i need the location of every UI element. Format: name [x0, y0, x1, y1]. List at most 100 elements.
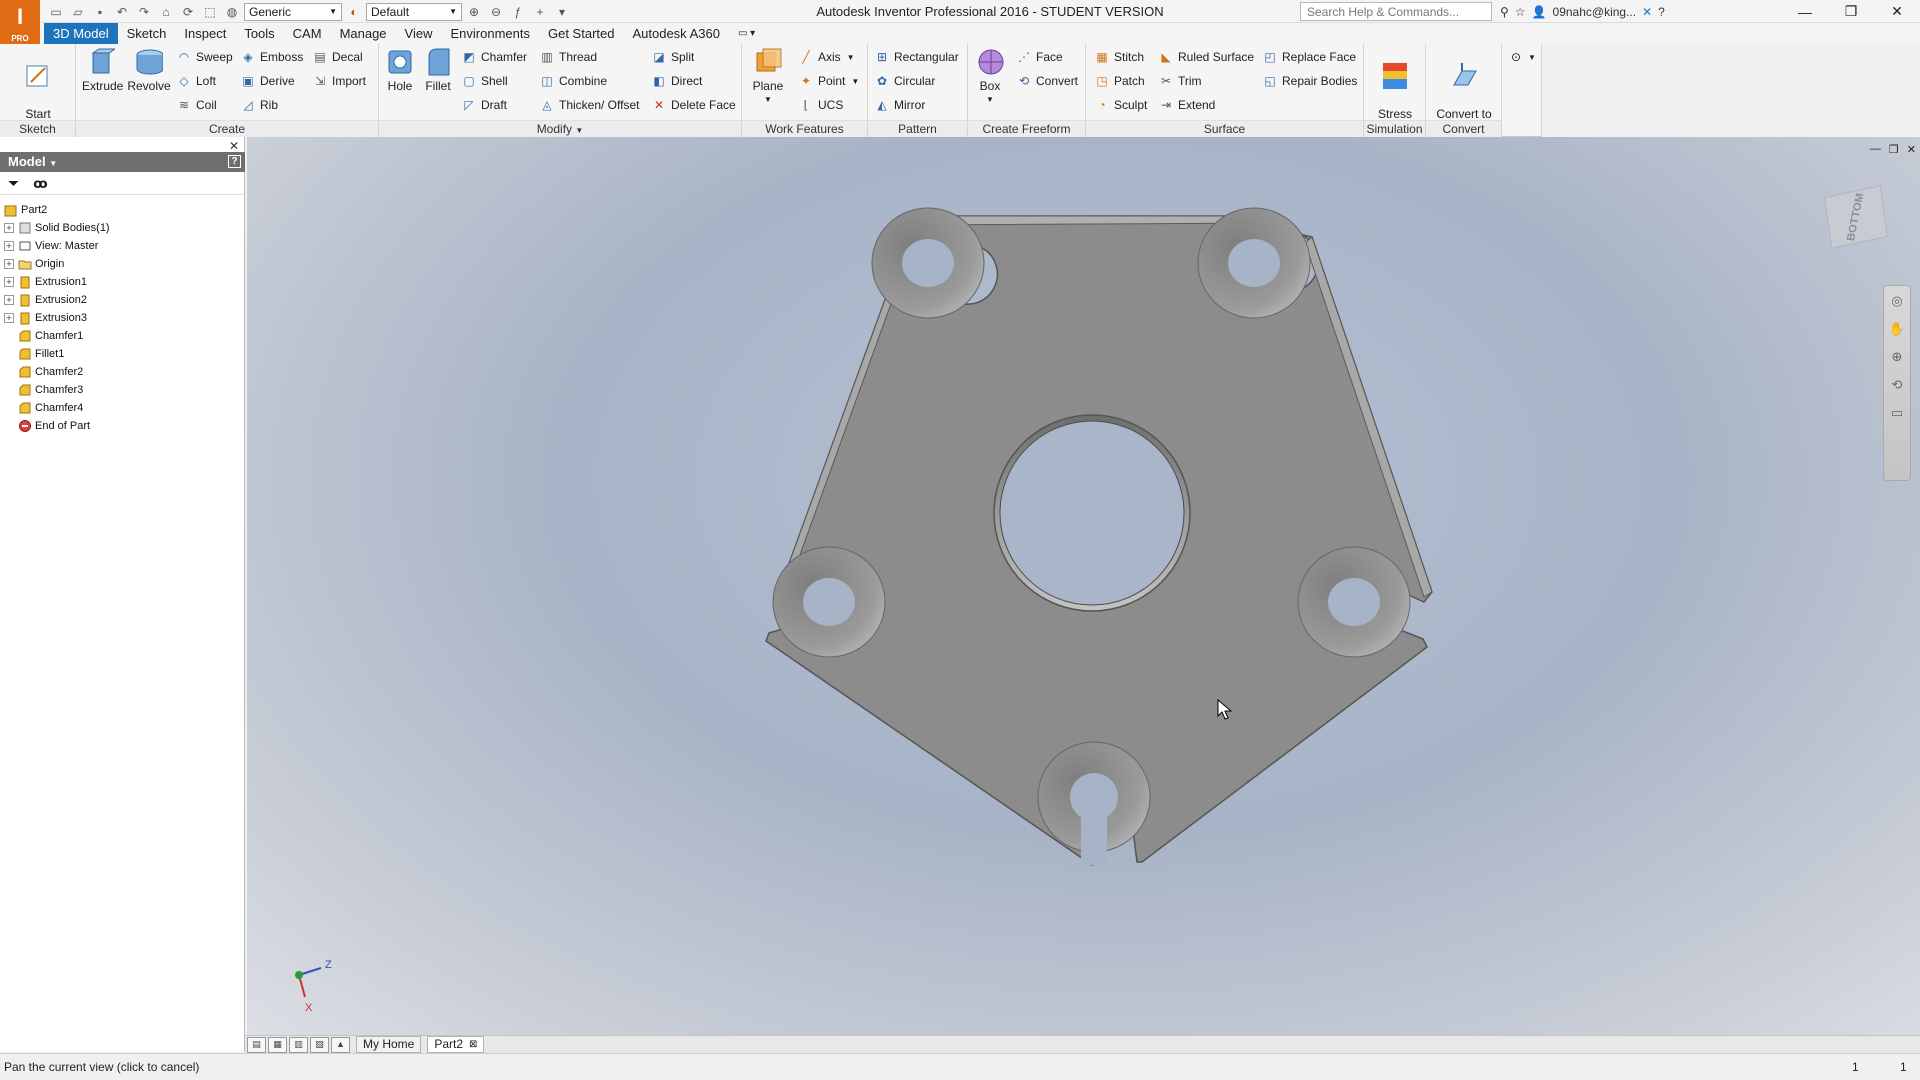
- minimize-icon[interactable]: —: [1782, 0, 1828, 23]
- coil-button[interactable]: ≋ Coil: [176, 95, 217, 115]
- tab-environments[interactable]: Environments: [442, 23, 539, 44]
- tab-part2[interactable]: Part2 ⊠: [427, 1036, 485, 1053]
- tab-inspect[interactable]: Inspect: [175, 23, 235, 44]
- customize-qat-icon[interactable]: ▾: [552, 3, 572, 21]
- derive-button[interactable]: ▣ Derive: [240, 71, 294, 91]
- sweep-button[interactable]: ◠ Sweep: [176, 47, 233, 67]
- ribbon-menu-button[interactable]: ⊙ ▼: [1508, 47, 1536, 67]
- thicken-offset-button[interactable]: ◬ Thicken/ Offset: [539, 95, 639, 115]
- user-name[interactable]: 09nahc@king...: [1553, 5, 1637, 19]
- tab-view[interactable]: View: [396, 23, 442, 44]
- minimize-icon[interactable]: —: [1870, 143, 1881, 156]
- tree-item[interactable]: Part2: [4, 201, 242, 219]
- ucs-button[interactable]: ⌊ UCS: [798, 95, 844, 115]
- chamfer-button[interactable]: ◩ Chamfer: [461, 47, 527, 67]
- close-icon[interactable]: ✕: [1907, 143, 1916, 156]
- save-icon[interactable]: ▪: [90, 3, 110, 21]
- expand-icon[interactable]: +: [4, 277, 14, 287]
- mirror-button[interactable]: ◭ Mirror: [874, 95, 925, 115]
- tree-item[interactable]: + Origin: [4, 255, 242, 273]
- tab-tools[interactable]: Tools: [235, 23, 283, 44]
- tab-autodesk-a360[interactable]: Autodesk A360: [623, 23, 728, 44]
- select-icon[interactable]: ⬚: [200, 3, 220, 21]
- tab-my-home[interactable]: My Home: [356, 1036, 422, 1053]
- expand-icon[interactable]: +: [4, 313, 14, 323]
- help-icon[interactable]: ?: [228, 155, 241, 168]
- stitch-button[interactable]: ▦ Stitch: [1094, 47, 1144, 67]
- tile-vertical-icon[interactable]: ▥: [289, 1036, 308, 1053]
- filter-icon[interactable]: ⏷: [8, 175, 19, 192]
- star-icon[interactable]: ☆: [1515, 5, 1526, 19]
- thread-button[interactable]: ▥ Thread: [539, 47, 597, 67]
- close-icon[interactable]: ✕: [1874, 0, 1920, 23]
- hole-button[interactable]: Hole: [383, 47, 417, 93]
- search-input[interactable]: Search Help & Commands...: [1300, 2, 1492, 21]
- face-button[interactable]: ⋰ Face: [1016, 47, 1063, 67]
- import-button[interactable]: ⇲ Import: [312, 71, 366, 91]
- home-icon[interactable]: ⌂: [156, 3, 176, 21]
- point-button[interactable]: ✦ Point ▼: [798, 71, 859, 91]
- update-icon[interactable]: ⟳: [178, 3, 198, 21]
- look-at-icon[interactable]: ▭: [1888, 404, 1906, 422]
- inventor-logo[interactable]: I PRO: [0, 0, 40, 44]
- tab-3d-model[interactable]: 3D Model: [44, 23, 118, 44]
- loft-button[interactable]: ◇ Loft: [176, 71, 216, 91]
- tab-get-started[interactable]: Get Started: [539, 23, 623, 44]
- ribbon-options-icon[interactable]: ▭ ▾: [729, 23, 764, 44]
- tree-item[interactable]: End of Part: [4, 417, 242, 435]
- replace-face-button[interactable]: ◰ Replace Face: [1262, 47, 1356, 67]
- new-file-icon[interactable]: ▭: [46, 3, 66, 21]
- steering-wheel-icon[interactable]: ◎: [1888, 292, 1906, 310]
- clear-override-icon[interactable]: ⊖: [486, 3, 506, 21]
- patch-button[interactable]: ◳ Patch: [1094, 71, 1144, 91]
- chevron-up-icon[interactable]: ▲: [331, 1036, 350, 1053]
- panel-title-modify[interactable]: Modify ▼: [379, 120, 741, 137]
- convert-button[interactable]: ⟲ Convert: [1016, 71, 1078, 91]
- restore-icon[interactable]: ❐: [1889, 143, 1899, 156]
- part-model[interactable]: [247, 137, 1920, 1035]
- tree-item[interactable]: + Extrusion3: [4, 309, 242, 327]
- graphics-viewport[interactable]: BOTTOM — ❐ ✕ ◎ ✋ ⊕ ⟲ ▭ Z X: [247, 137, 1920, 1035]
- tree-item[interactable]: Chamfer1: [4, 327, 242, 345]
- ruled-surface-button[interactable]: ◣ Ruled Surface: [1158, 47, 1254, 67]
- undo-icon[interactable]: ↶: [112, 3, 132, 21]
- shell-button[interactable]: ▢ Shell: [461, 71, 507, 91]
- draft-button[interactable]: ◸ Draft: [461, 95, 507, 115]
- box-button[interactable]: Box ▼: [972, 47, 1008, 107]
- tab-sketch[interactable]: Sketch: [118, 23, 176, 44]
- fx-icon[interactable]: ƒ: [508, 3, 528, 21]
- split-button[interactable]: ◪ Split: [651, 47, 694, 67]
- tree-item[interactable]: Chamfer4: [4, 399, 242, 417]
- pan-icon[interactable]: ✋: [1888, 320, 1906, 338]
- open-folder-icon[interactable]: ▱: [68, 3, 88, 21]
- browser-header[interactable]: Model ▼ ?: [0, 152, 245, 172]
- tab-manage[interactable]: Manage: [331, 23, 396, 44]
- properties-icon[interactable]: ◍: [222, 3, 242, 21]
- binoculars-icon[interactable]: ⚲: [1500, 5, 1509, 19]
- tile-horizontal-icon[interactable]: ▦: [268, 1036, 287, 1053]
- extrude-button[interactable]: Extrude: [82, 47, 123, 93]
- cascade-windows-icon[interactable]: ▤: [247, 1036, 266, 1053]
- emboss-button[interactable]: ◈ Emboss: [240, 47, 303, 67]
- appearance-select[interactable]: Default ▼: [366, 2, 462, 21]
- tree-item[interactable]: Chamfer2: [4, 363, 242, 381]
- tree-item[interactable]: Chamfer3: [4, 381, 242, 399]
- zoom-icon[interactable]: ⊕: [1888, 348, 1906, 366]
- tree-item[interactable]: Fillet1: [4, 345, 242, 363]
- tree-item[interactable]: + Solid Bodies(1): [4, 219, 242, 237]
- decal-button[interactable]: ▤ Decal: [312, 47, 362, 67]
- circular-pattern-button[interactable]: ✿ Circular: [874, 71, 935, 91]
- measure-icon[interactable]: +: [530, 3, 550, 21]
- binoculars-icon[interactable]: ꝏ: [33, 176, 47, 192]
- material-select[interactable]: Generic ▼: [244, 2, 342, 21]
- adjust-icon[interactable]: ⊕: [464, 3, 484, 21]
- plane-button[interactable]: Plane ▼: [746, 47, 790, 107]
- trim-button[interactable]: ✂ Trim: [1158, 71, 1202, 91]
- redo-icon[interactable]: ↷: [134, 3, 154, 21]
- orbit-icon[interactable]: ⟲: [1888, 376, 1906, 394]
- help-icon[interactable]: ?: [1658, 5, 1665, 19]
- close-icon[interactable]: ✕: [229, 139, 239, 153]
- tab-cam[interactable]: CAM: [284, 23, 331, 44]
- rib-button[interactable]: ◿ Rib: [240, 95, 278, 115]
- tree-item[interactable]: + Extrusion2: [4, 291, 242, 309]
